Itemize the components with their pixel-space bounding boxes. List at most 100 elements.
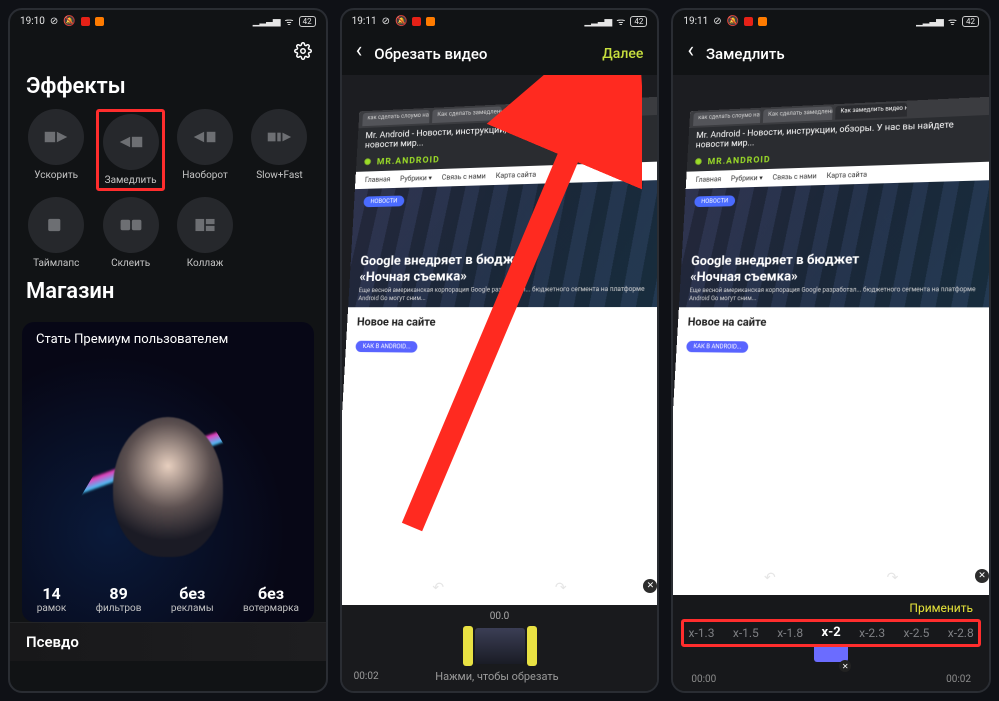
status-bar: 19:11 42 xyxy=(673,10,989,32)
site-hero: НОВОСТИ Google внедряет в бюджет «Ночная… xyxy=(348,180,658,307)
effect-reverse[interactable]: Наоборот xyxy=(171,109,239,191)
timeline-labels: 00:00 00:02 xyxy=(677,674,985,685)
headline2: «Ночная съемка» xyxy=(359,267,656,285)
trim-hint: Нажми, чтобы обрезать xyxy=(379,670,616,683)
status-time: 19:10 xyxy=(20,16,45,27)
redo-icon[interactable]: ↷ xyxy=(887,570,899,586)
trim-handle-right[interactable] xyxy=(527,626,537,666)
app-icon xyxy=(758,17,767,26)
hero-sub: Еще весной американская корпорация Googl… xyxy=(358,285,656,303)
segment-marker[interactable]: ✕ xyxy=(677,644,985,674)
status-time: 19:11 xyxy=(352,16,377,27)
screen-slowdown: 19:11 42 Замедлить как сделать слоумо на… xyxy=(671,8,991,693)
dnd-icon xyxy=(382,16,390,27)
effect-collage[interactable]: Коллаж xyxy=(171,197,239,269)
category-chip: КАК В ANDROID... xyxy=(355,341,418,353)
silent-icon xyxy=(727,16,739,27)
preview-content: как сделать слоумо на анд... Как сделать… xyxy=(342,96,658,605)
wifi-icon xyxy=(285,14,294,28)
speed-panel: Применить x-1.3 x-1.5 x-1.8 x-2 x-2.3 x-… xyxy=(673,595,989,691)
browser-tab: Как сделать замедленное в... xyxy=(432,106,502,123)
effect-slowdown[interactable]: Замедлить xyxy=(96,109,164,191)
headline2: «Ночная съемка» xyxy=(690,268,987,286)
speed-option[interactable]: x-2.8 xyxy=(948,626,974,640)
youtube-icon xyxy=(744,17,753,26)
browser-tab: Как замедлить видео на А... xyxy=(504,103,576,120)
stat-filters: 89фильтров xyxy=(96,584,142,614)
trim-rail[interactable] xyxy=(342,626,658,666)
battery-indicator: 42 xyxy=(962,16,979,27)
browser-tab: как сделать слоумо на анд... xyxy=(693,110,760,126)
premium-stats: 14рамок 89фильтров безрекламы безвотерма… xyxy=(22,584,314,614)
back-button[interactable] xyxy=(356,44,363,63)
news-chip: НОВОСТИ xyxy=(695,195,736,207)
premium-card[interactable]: Стать Премиум пользователем 14рамок 89фи… xyxy=(22,322,314,622)
trim-panel: 00.0 00:02 Нажми, чтобы обрезать xyxy=(342,605,658,691)
stat-frames: 14рамок xyxy=(37,584,67,614)
dnd-icon xyxy=(713,16,721,27)
trim-handle-left[interactable] xyxy=(463,626,473,666)
effect-speedup[interactable]: Ускорить xyxy=(22,109,90,191)
signal-icon xyxy=(916,16,943,27)
screen-effects: 19:10 42 Эффекты Ускорить Замедлить Наоб… xyxy=(8,8,328,693)
next-button[interactable]: Далее xyxy=(602,46,643,62)
site-hero: НОВОСТИ Google внедряет в бюджет «Ночная… xyxy=(679,180,989,307)
browser-tab: как сделать слоумо на анд... xyxy=(362,110,429,126)
close-icon[interactable]: ✕ xyxy=(975,569,989,583)
status-bar: 19:11 42 xyxy=(342,10,658,32)
video-preview: как сделать слоумо на анд... Как сделать… xyxy=(342,75,658,605)
watermark: Efectum xyxy=(911,562,977,585)
time-start: 00:00 xyxy=(691,674,716,685)
segment-remove-icon[interactable]: ✕ xyxy=(839,660,851,672)
headline: Google внедряет в бюджет xyxy=(360,250,656,269)
news-chip: НОВОСТИ xyxy=(363,195,404,207)
section-header: Новое на сайте xyxy=(678,307,989,339)
undo-icon[interactable]: ↶ xyxy=(432,580,444,596)
timeline-thumb[interactable] xyxy=(475,628,525,664)
signal-icon xyxy=(253,16,280,27)
back-button[interactable] xyxy=(687,44,694,63)
youtube-icon xyxy=(81,17,90,26)
preview-content: как сделать слоумо на анд... Как сделать… xyxy=(673,96,989,595)
speed-option[interactable]: x-1.8 xyxy=(777,626,803,640)
wifi-icon xyxy=(948,14,957,28)
speed-option[interactable]: x-2.5 xyxy=(903,626,929,640)
speed-options[interactable]: x-1.3 x-1.5 x-1.8 x-2 x-2.3 x-2.5 x-2.8 xyxy=(677,621,985,644)
play-button[interactable] xyxy=(826,568,837,587)
effects-grid: Ускорить Замедлить Наоборот Slow+Fast Та… xyxy=(10,109,326,275)
hero-sub: Еще весной американская корпорация Googl… xyxy=(689,286,987,303)
app-icon xyxy=(95,17,104,26)
section-header: Новое на сайте xyxy=(346,307,657,339)
apply-button[interactable]: Применить xyxy=(909,601,973,615)
nav-bar: Замедлить xyxy=(673,32,989,75)
screen-trim: 19:11 42 Обрезать видео Далее как сделат… xyxy=(340,8,660,693)
status-bar: 19:10 42 xyxy=(10,10,326,32)
title-bar xyxy=(10,32,326,70)
battery-indicator: 42 xyxy=(630,16,647,27)
effect-slowfast[interactable]: Slow+Fast xyxy=(245,109,313,191)
effect-join[interactable]: Склеить xyxy=(96,197,164,269)
effect-timelapse[interactable]: Таймлапс xyxy=(22,197,90,269)
time-end: 00:02 xyxy=(946,674,971,685)
play-button[interactable] xyxy=(494,578,505,597)
clip-duration: 00.0 xyxy=(342,611,658,626)
status-time: 19:11 xyxy=(683,16,708,27)
speed-option[interactable]: x-2.3 xyxy=(859,626,885,640)
dnd-icon xyxy=(50,16,58,27)
battery-indicator: 42 xyxy=(299,16,316,27)
gear-icon[interactable] xyxy=(294,42,312,60)
signal-icon xyxy=(584,16,611,27)
site-logo-icon: ✺ xyxy=(695,158,703,168)
speed-option-selected[interactable]: x-2 xyxy=(822,625,841,640)
video-preview: как сделать слоумо на анд... Как сделать… xyxy=(673,75,989,595)
undo-icon[interactable]: ↶ xyxy=(764,570,776,586)
stat-nowatermark: безвотермарка xyxy=(243,584,299,614)
speed-option[interactable]: x-1.3 xyxy=(689,626,715,640)
redo-icon[interactable]: ↷ xyxy=(555,580,567,596)
bottom-tab-pseudo[interactable]: Псевдо xyxy=(10,622,326,661)
browser-tab: Как замедлить видео на А... xyxy=(836,103,908,120)
speed-option[interactable]: x-1.5 xyxy=(733,626,759,640)
category-chip: КАК В ANDROID... xyxy=(686,341,749,353)
youtube-icon xyxy=(412,17,421,26)
silent-icon xyxy=(395,16,407,27)
